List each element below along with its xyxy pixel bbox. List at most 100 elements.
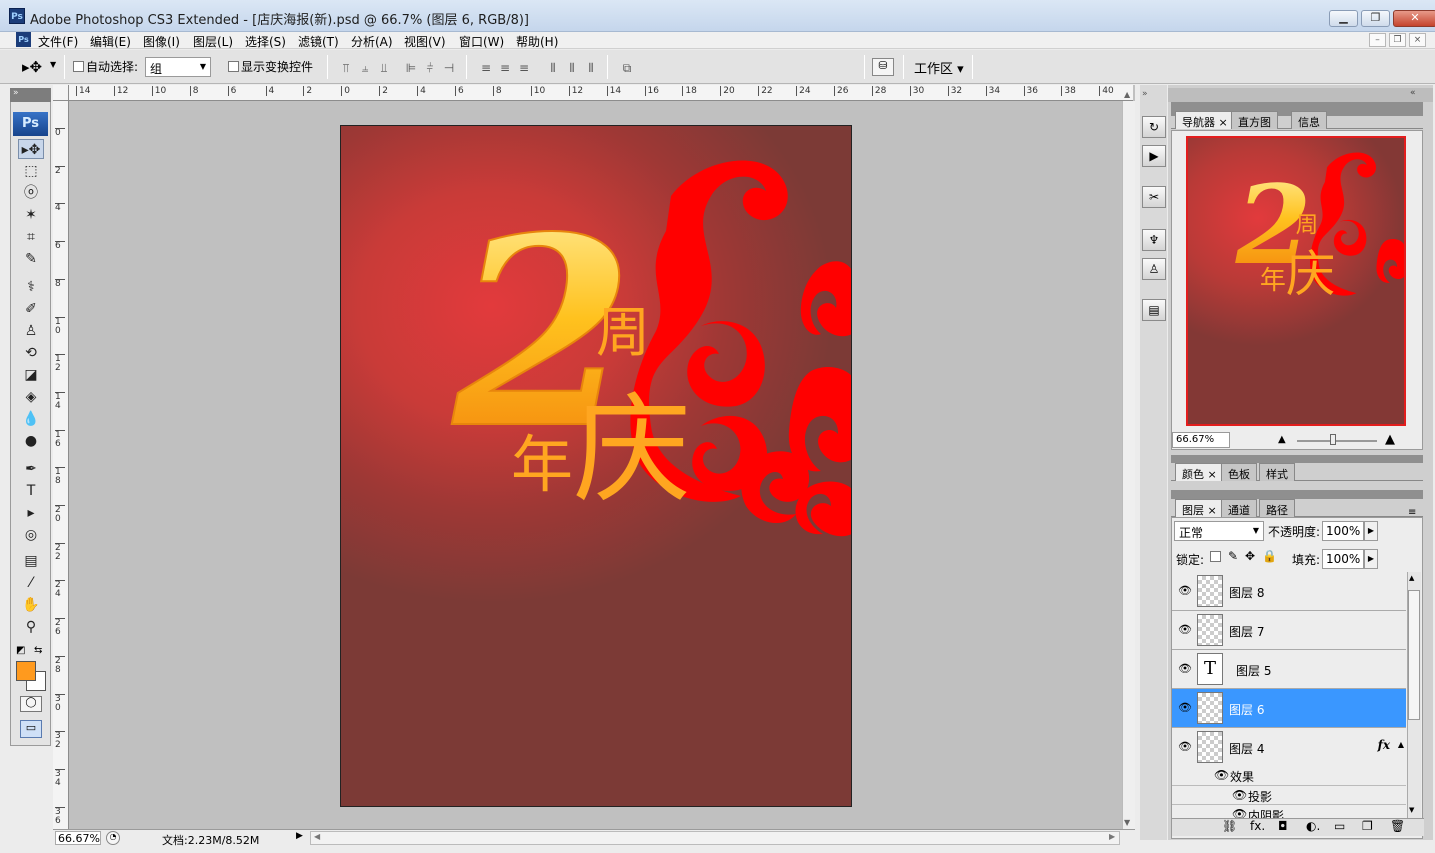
marquee-tool-icon[interactable]: ⬚	[18, 161, 44, 181]
mask-icon[interactable]: ◘	[1278, 819, 1288, 833]
status-info-icon[interactable]: ◔	[106, 831, 120, 845]
eye-icon[interactable]: 👁	[1178, 584, 1192, 598]
paint-bucket-tool-icon[interactable]: ◈	[18, 387, 44, 407]
vertical-scrollbar[interactable]	[1122, 101, 1135, 830]
effects-group[interactable]: 👁 效果	[1172, 766, 1406, 784]
foreground-color-swatch[interactable]	[16, 661, 36, 681]
layer-thumbnail[interactable]	[1197, 614, 1223, 646]
align-bottom-icon[interactable]: ⫫	[375, 60, 393, 76]
actions-panel-icon[interactable]: ▶	[1142, 145, 1166, 167]
zoom-out-icon[interactable]: ▲	[1278, 434, 1286, 445]
fill-slider-arrow-icon[interactable]: ▶	[1364, 549, 1378, 569]
eye-icon[interactable]: 👁	[1178, 740, 1192, 754]
tab-color[interactable]: 颜色 ×	[1175, 463, 1224, 481]
align-vcenter-icon[interactable]: ⫨	[356, 60, 374, 76]
menu-window[interactable]: 窗口(W)	[459, 33, 504, 50]
screen-mode-icon[interactable]: ▭	[20, 720, 42, 738]
align-hcenter-icon[interactable]: ⫩	[421, 60, 439, 76]
trash-icon[interactable]: 🗑	[1390, 819, 1405, 833]
close-button[interactable]: ✕	[1393, 10, 1435, 27]
photoshop-logo[interactable]: Ps	[13, 112, 48, 136]
opacity-slider-arrow-icon[interactable]: ▶	[1364, 521, 1378, 541]
default-colors-icon[interactable]: ◩	[16, 645, 25, 656]
healing-brush-tool-icon[interactable]: ⚕	[18, 277, 44, 297]
document-canvas[interactable]: 2 周 年 庆	[340, 125, 852, 807]
eye-icon[interactable]: 👁	[1178, 701, 1192, 715]
distribute-vcenter-icon[interactable]: ≡	[496, 60, 514, 76]
tab-navigator[interactable]: 导航器 ×	[1175, 111, 1235, 129]
eye-icon[interactable]: 👁	[1178, 623, 1192, 637]
navigator-preview[interactable]: 2 周 年 庆	[1186, 136, 1406, 426]
lasso-tool-icon[interactable]: ⓞ	[18, 183, 44, 203]
blend-mode-dropdown[interactable]: 正常 ▼	[1174, 521, 1264, 541]
navigator-zoom-slider[interactable]	[1297, 440, 1377, 442]
layer-thumbnail[interactable]	[1197, 692, 1223, 724]
effect-inner-shadow[interactable]: 👁 内阴影	[1172, 804, 1406, 818]
layers-panel-header[interactable]	[1171, 490, 1423, 499]
scroll-up-icon[interactable]: ▲	[1409, 574, 1414, 582]
ruler-origin[interactable]	[53, 85, 69, 101]
notes-tool-icon[interactable]: ▤	[18, 551, 44, 571]
text-layer-thumbnail[interactable]: T	[1197, 653, 1223, 685]
tab-swatches[interactable]: 色板	[1221, 463, 1257, 481]
history-panel-icon[interactable]: ↻	[1142, 116, 1166, 138]
zoom-tool-icon[interactable]: ⚲	[18, 617, 44, 637]
menu-file[interactable]: 文件(F)	[38, 33, 78, 50]
magic-wand-tool-icon[interactable]: ✶	[18, 205, 44, 225]
brush-tool-icon[interactable]: ✐	[18, 299, 44, 319]
align-top-icon[interactable]: ⫪	[337, 60, 355, 76]
distribute-bottom-icon[interactable]: ≡	[515, 60, 533, 76]
dodge-tool-icon[interactable]: ●	[18, 431, 44, 451]
fill-field[interactable]: 100%	[1322, 549, 1364, 569]
horizontal-scrollbar[interactable]	[310, 831, 1120, 845]
photoshop-app-icon[interactable]: Ps	[9, 8, 25, 24]
distribute-right-icon[interactable]: ⦀	[582, 60, 600, 76]
crop-tool-icon[interactable]: ⌗	[18, 227, 44, 247]
layer-row[interactable]: 👁 T 图层 5	[1172, 650, 1406, 689]
move-tool-icon[interactable]: ▸✥	[18, 139, 44, 159]
zoom-in-icon[interactable]: ▲	[1385, 432, 1395, 447]
eraser-tool-icon[interactable]: ◪	[18, 365, 44, 385]
opacity-field[interactable]: 100%	[1322, 521, 1364, 541]
document-ps-icon[interactable]: Ps	[16, 32, 31, 47]
layer-thumbnail[interactable]	[1197, 731, 1223, 763]
menu-layer[interactable]: 图层(L)	[193, 33, 233, 50]
doc-restore-button[interactable]: ❐	[1389, 33, 1406, 47]
layer-thumbnail[interactable]	[1197, 575, 1223, 607]
eye-icon[interactable]: 👁	[1214, 768, 1229, 782]
doc-close-button[interactable]: ×	[1409, 33, 1426, 47]
scroll-down-icon[interactable]: ▼	[1124, 818, 1130, 827]
toolbox-collapse-handle[interactable]: »	[10, 88, 51, 102]
tab-info[interactable]: 信息	[1291, 111, 1327, 129]
restore-button[interactable]: ❐	[1361, 10, 1390, 27]
layer-comps-icon[interactable]: ▤	[1142, 299, 1166, 321]
scroll-up-icon[interactable]: ▲	[1124, 90, 1130, 99]
menu-view[interactable]: 视图(V)	[404, 33, 446, 50]
pen-tool-icon[interactable]: ✒	[18, 459, 44, 479]
tab-paths[interactable]: 路径	[1259, 499, 1295, 517]
dock-collapse-icon[interactable]: »	[1142, 89, 1148, 99]
scroll-left-icon[interactable]: ◀	[314, 832, 320, 841]
menu-edit[interactable]: 编辑(E)	[90, 33, 131, 50]
minimize-button[interactable]: ▁	[1329, 10, 1358, 27]
tab-channels[interactable]: 通道	[1221, 499, 1257, 517]
scroll-right-icon[interactable]: ▶	[1109, 832, 1115, 841]
lock-transparency-icon[interactable]	[1210, 551, 1221, 562]
doc-minimize-button[interactable]: –	[1369, 33, 1386, 47]
quick-mask-icon[interactable]: ◯	[20, 696, 42, 712]
chevron-down-icon[interactable]: ▼	[50, 60, 56, 69]
show-transform-checkbox[interactable]	[228, 61, 239, 72]
move-tool-preset-icon[interactable]: ▸✥	[22, 58, 42, 76]
distribute-top-icon[interactable]: ≡	[477, 60, 495, 76]
tab-histogram[interactable]: 直方图	[1231, 111, 1278, 129]
eye-icon[interactable]: 👁	[1232, 788, 1247, 802]
tab-layers[interactable]: 图层 ×	[1175, 499, 1224, 517]
blur-tool-icon[interactable]: 💧	[18, 409, 44, 429]
scroll-down-icon[interactable]: ▼	[1409, 806, 1414, 814]
layer-row[interactable]: 👁 图层 6	[1172, 689, 1406, 728]
hand-tool-icon[interactable]: ✋	[18, 595, 44, 615]
menu-select[interactable]: 选择(S)	[245, 33, 286, 50]
align-right-icon[interactable]: ⊣	[440, 60, 458, 76]
layer-row[interactable]: 👁 图层 4 fx ▲	[1172, 728, 1406, 767]
new-layer-icon[interactable]: ❐	[1362, 819, 1373, 833]
